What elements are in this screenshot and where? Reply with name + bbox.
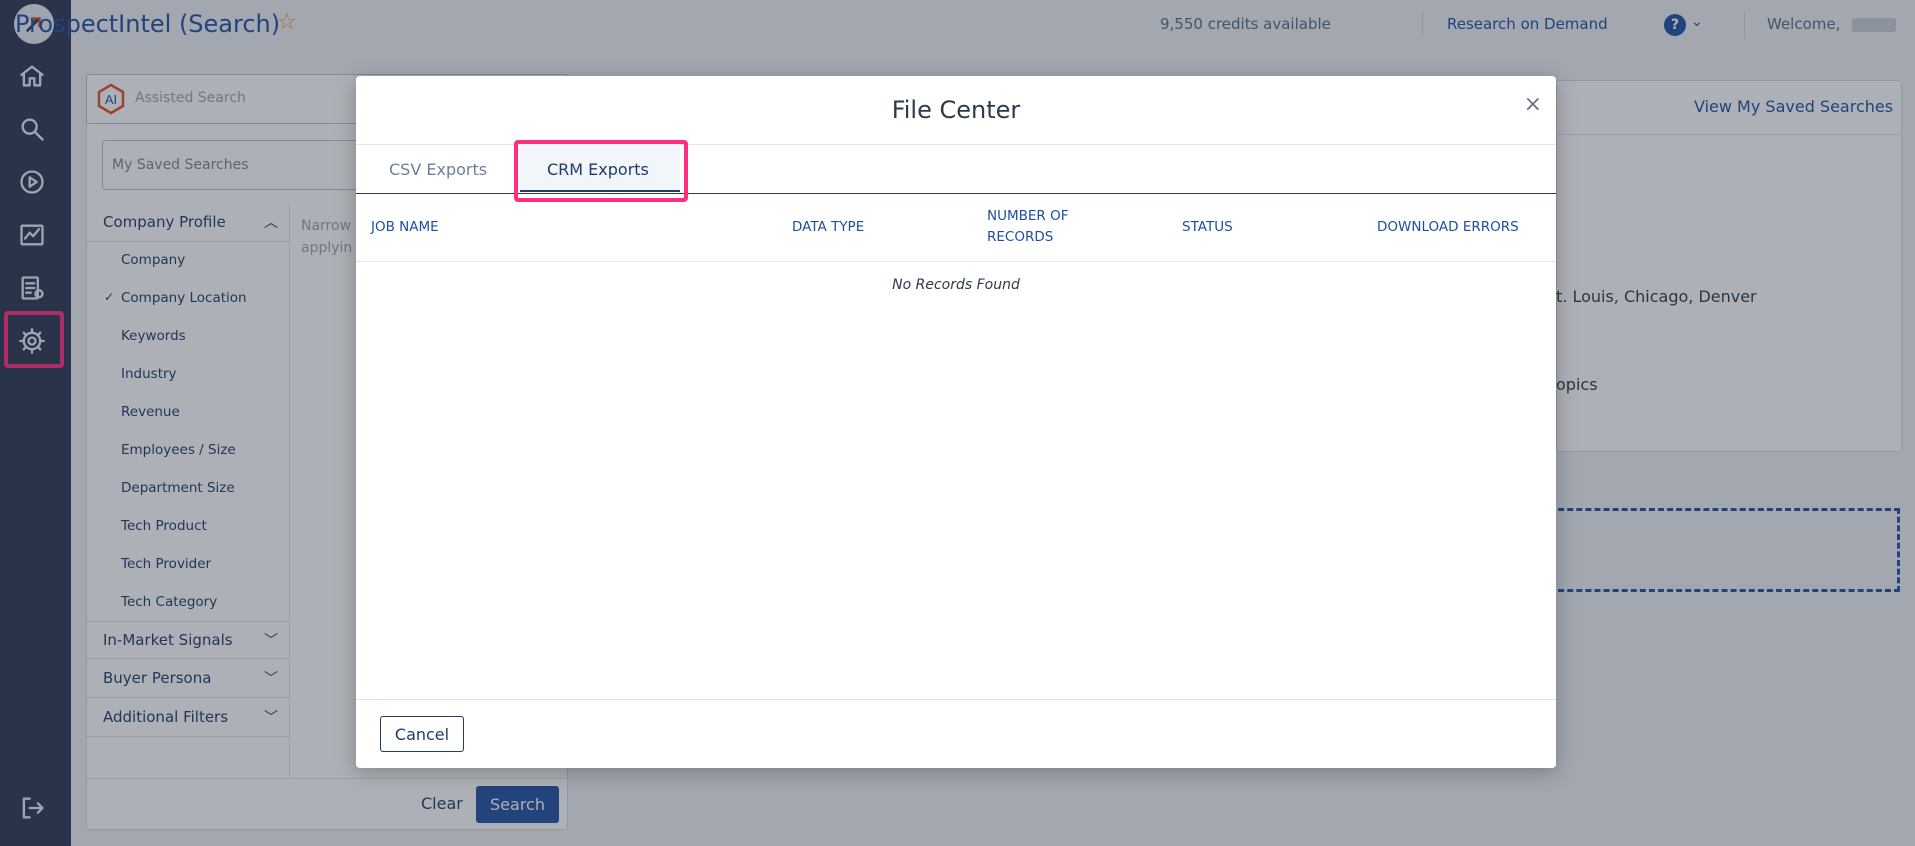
col-number-of-records[interactable]: NUMBER OF RECORDS — [987, 206, 1068, 248]
modal-footer-divider — [356, 699, 1556, 700]
empty-state-message: No Records Found — [892, 277, 1020, 293]
crm-tab-highlight — [514, 140, 688, 202]
col-download-errors[interactable]: DOWNLOAD ERRORS — [1377, 217, 1519, 238]
close-icon[interactable]: × — [1524, 92, 1542, 117]
col-label-line: RECORDS — [987, 229, 1054, 245]
file-center-modal: File Center × CSV Exports CRM Exports JO… — [356, 76, 1556, 768]
col-job-name[interactable]: JOB NAME — [371, 217, 439, 238]
col-data-type[interactable]: DATA TYPE — [792, 217, 864, 238]
col-status[interactable]: STATUS — [1182, 217, 1233, 238]
col-label-line: NUMBER OF — [987, 208, 1069, 224]
table-header-divider — [356, 261, 1556, 262]
tab-csv-exports[interactable]: CSV Exports — [389, 160, 487, 179]
cancel-button[interactable]: Cancel — [380, 716, 464, 752]
modal-title: File Center — [891, 96, 1021, 124]
